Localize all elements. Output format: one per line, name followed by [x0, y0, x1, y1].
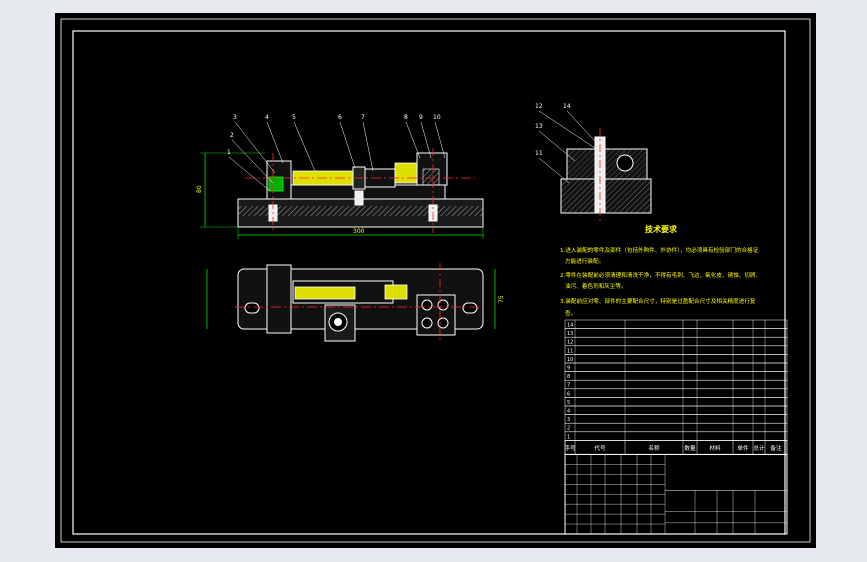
bom-row	[564, 431, 788, 441]
part-balloon: 14	[563, 103, 571, 110]
bom-row	[564, 319, 788, 329]
bom-row	[564, 336, 788, 347]
bom-row-index: 10	[567, 357, 573, 363]
top-hole-2	[421, 299, 433, 311]
side-hole	[616, 154, 634, 172]
dim-height-text: 80	[196, 185, 203, 193]
bom-row-index: 1	[567, 434, 570, 440]
bom-row-index: 14	[567, 323, 573, 329]
technical-requirements: 技术要求 1.进入装配的零件及部件（包括外购件、外协件），均必须具有检验部门的合…	[560, 224, 761, 317]
top-column	[266, 264, 292, 334]
leader-line	[266, 121, 284, 164]
part-balloon: 10	[433, 114, 441, 121]
drawing-canvas[interactable]: 80 300 32145678910 12141311	[55, 13, 816, 548]
bom-row	[564, 422, 788, 433]
leader-line	[293, 121, 316, 172]
push-rod	[394, 162, 418, 184]
bill-of-materials: 14 13 12 11 10 9 8 7 6 5 4 3 2 1 序号 代号 名称 数量 材料 单件 总计 备注	[564, 319, 788, 455]
bom-row	[564, 414, 788, 424]
bom-row	[564, 388, 788, 398]
part-balloon: 12	[535, 103, 543, 110]
bom-row-index: 11	[567, 348, 573, 354]
tech-req-line-4: 油污、着色剂和灰尘等。	[565, 282, 627, 290]
dim-length-text: 300	[353, 228, 365, 235]
bom-row-index: 7	[567, 383, 570, 389]
bom-row-index: 4	[567, 409, 570, 415]
bom-row	[564, 371, 788, 381]
bom-row-index: 12	[567, 340, 573, 346]
part-balloon: 9	[419, 114, 423, 121]
tech-req-line-3: 2.零件在装配前必须清理和清洗干净，不得有毛刺、飞边、氧化皮、锈蚀、切屑、	[560, 271, 761, 279]
bom-row	[564, 345, 788, 355]
side-hatch	[561, 179, 651, 213]
part-balloon: 6	[338, 114, 342, 121]
top-view: 75	[206, 263, 505, 343]
bom-header-cell: 代号	[594, 444, 606, 452]
dim-width-text: 75	[498, 295, 505, 303]
bom-row-index: 5	[567, 400, 570, 406]
leader-line	[362, 121, 374, 172]
bom-header-cell: 总计	[753, 444, 765, 452]
top-hole-5	[437, 317, 449, 329]
bom-row	[564, 362, 788, 372]
leader-line	[234, 121, 276, 174]
part-balloon: 8	[404, 114, 408, 121]
part-balloon: 7	[361, 114, 365, 121]
bom-header-cell: 材料	[709, 444, 721, 452]
side-body-hatch	[567, 149, 647, 179]
tech-req-line-1: 1.进入装配的零件及部件（包括外购件、外协件），均必须具有检验部门的合格证	[560, 246, 759, 254]
bom-row-index: 13	[567, 331, 573, 337]
leader-line	[538, 130, 576, 162]
tech-req-line-2: 方能进行装配。	[565, 257, 604, 265]
tech-req-line-5: 3.装配前应对零、部件的主要配合尺寸，特别是过盈配合尺寸及相关精度进行复	[560, 297, 756, 305]
bom-row-index: 3	[567, 417, 570, 423]
side-view: 12 14 13 11	[535, 103, 652, 223]
part-balloon: 11	[535, 150, 543, 157]
bom-header-cell: 序号	[564, 444, 576, 452]
leader-line	[228, 156, 271, 192]
bom-header-cell: 数量	[684, 444, 696, 452]
part-balloon: 3	[233, 114, 237, 121]
top-hole-4	[421, 317, 433, 329]
slot-right	[462, 302, 478, 314]
bom-row	[564, 405, 788, 415]
title-block	[564, 453, 788, 535]
top-jaw	[416, 294, 456, 336]
bolt-mid	[354, 190, 364, 206]
leader-line	[405, 121, 421, 159]
cad-drawing: 80 300 3214 5 6 7 8 9 10 12 141311 75 技术…	[60, 18, 811, 543]
top-hole-1-core	[334, 318, 342, 326]
bom-row	[564, 354, 788, 364]
part-balloon: 4	[265, 114, 269, 121]
tech-req-title: 技术要求	[645, 224, 678, 234]
leader-line	[538, 110, 596, 149]
leader-line	[339, 121, 356, 169]
green-part	[268, 176, 284, 192]
bom-row	[564, 328, 788, 338]
leader-line	[538, 157, 570, 184]
part-balloon: 5	[292, 114, 296, 121]
bom-header-cell: 名称	[648, 444, 660, 452]
top-rod	[384, 284, 408, 300]
slot-left	[244, 302, 260, 314]
bom-row-index: 8	[567, 374, 570, 380]
bom-header-cell: 单件	[737, 444, 749, 452]
bom-row	[564, 379, 788, 390]
jaw-hatch	[422, 168, 440, 186]
part-balloon: 13	[535, 123, 543, 130]
tech-req-line-6: 查。	[565, 309, 576, 317]
bom-row-index: 6	[567, 391, 570, 397]
front-view: 80 300 3 2 1 4 5 6 7 8 9 10	[196, 114, 484, 239]
bom-header-cell: 备注	[770, 444, 782, 452]
leader-line	[566, 110, 596, 142]
bom-row-index: 2	[567, 426, 570, 432]
part-balloon: 2	[230, 132, 234, 139]
bom-row-index: 9	[567, 366, 570, 372]
top-hole-3	[437, 299, 449, 311]
part-balloon: 1	[227, 149, 231, 156]
bom-row	[564, 397, 788, 407]
top-cylinder	[294, 286, 356, 300]
